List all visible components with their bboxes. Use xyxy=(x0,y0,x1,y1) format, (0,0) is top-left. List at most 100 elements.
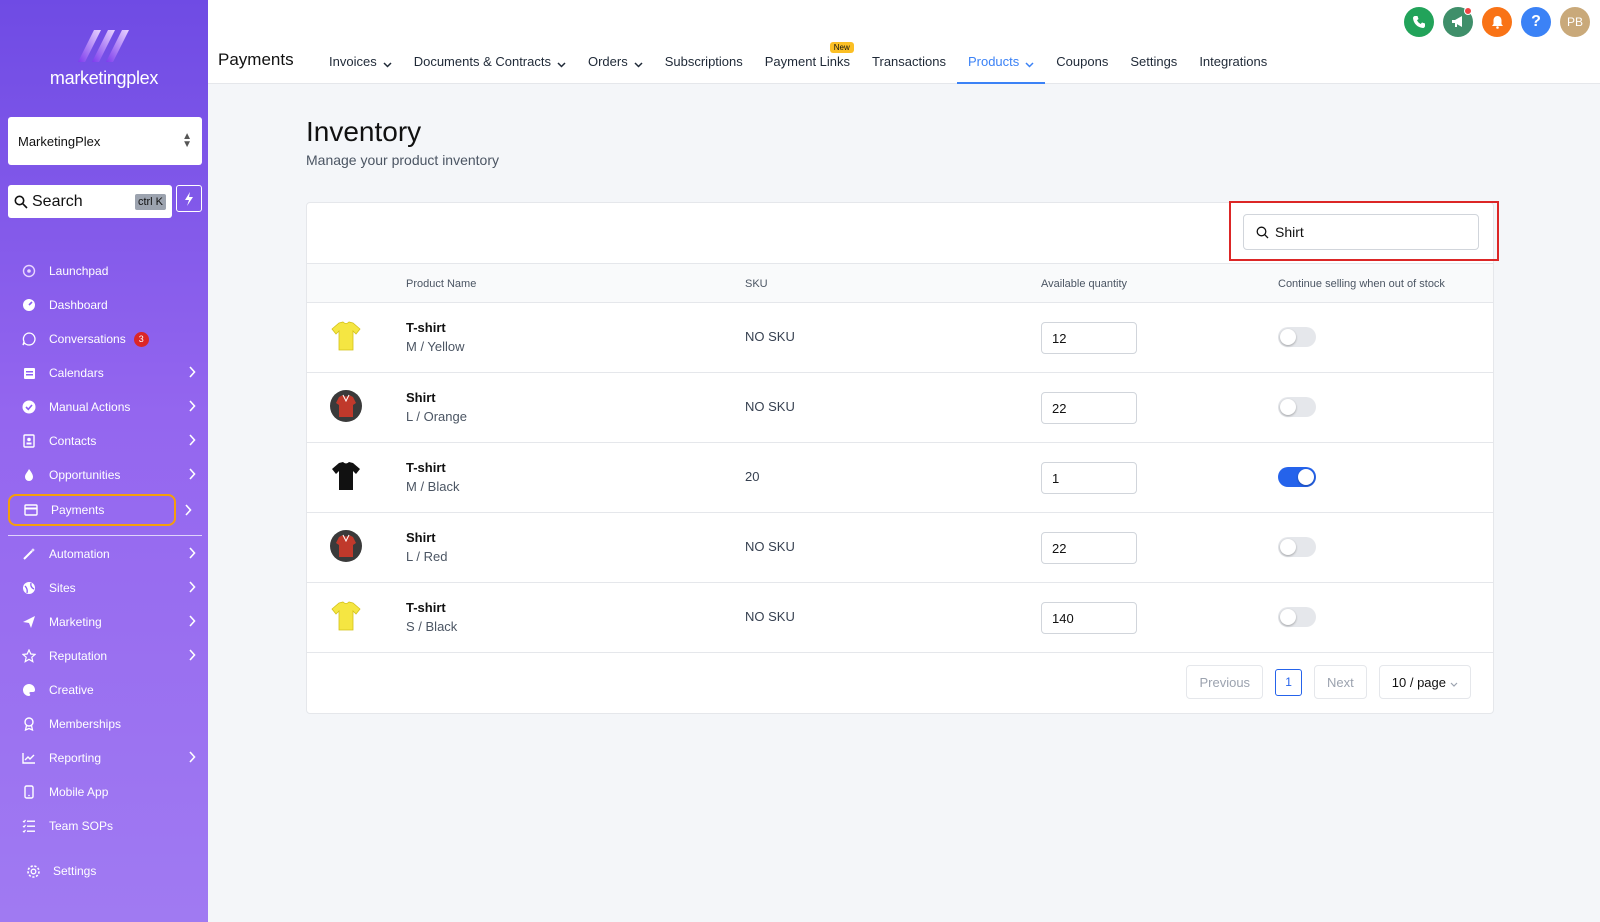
announcements-button[interactable] xyxy=(1443,7,1473,37)
continue-selling-toggle[interactable] xyxy=(1278,467,1316,487)
quick-actions-button[interactable] xyxy=(176,185,202,212)
sidebar-item-team-sops[interactable]: Team SOPs xyxy=(8,811,202,841)
sidebar-item-manual-actions[interactable]: Manual Actions xyxy=(8,392,202,422)
chevron-right-icon xyxy=(188,580,196,596)
quantity-value: 22 xyxy=(1052,540,1067,556)
quantity-input[interactable]: 140 xyxy=(1041,602,1137,634)
product-name: Shirt xyxy=(406,390,436,405)
payments-chevron-right-icon[interactable] xyxy=(184,503,192,521)
toggle-knob xyxy=(1298,469,1314,485)
chevron-right-icon xyxy=(188,467,196,483)
previous-page-button[interactable]: Previous xyxy=(1186,665,1264,699)
tab-integrations[interactable]: Integrations xyxy=(1188,48,1278,84)
flame-icon xyxy=(18,466,40,484)
product-name: T-shirt xyxy=(406,320,446,335)
tab-label: Integrations xyxy=(1199,54,1268,69)
sidebar-item-launchpad[interactable]: Launchpad xyxy=(8,256,202,286)
contacts-icon xyxy=(18,432,40,450)
rocket-icon xyxy=(18,262,40,280)
tab-documents-contracts[interactable]: Documents & Contracts xyxy=(403,48,577,84)
tab-label: Documents & Contracts xyxy=(413,54,551,69)
app-section-title: Payments xyxy=(218,50,294,69)
quantity-value: 12 xyxy=(1052,330,1067,346)
search-icon xyxy=(1256,226,1269,238)
continue-selling-toggle[interactable] xyxy=(1278,537,1316,557)
sidebar-item-dashboard[interactable]: Dashboard xyxy=(8,290,202,320)
chevron-down-icon xyxy=(557,56,566,71)
sidebar-item-sites[interactable]: Sites xyxy=(8,573,202,603)
tab-subscriptions[interactable]: Subscriptions xyxy=(654,48,754,84)
sidebar-item-label: Creative xyxy=(49,683,94,697)
next-page-button[interactable]: Next xyxy=(1314,665,1367,699)
product-variant: S / Black xyxy=(406,619,458,634)
quantity-input[interactable]: 12 xyxy=(1041,322,1137,354)
sidebar-item-creative[interactable]: Creative xyxy=(8,675,202,705)
avatar[interactable]: PB xyxy=(1560,7,1590,37)
sidebar-item-reporting[interactable]: Reporting xyxy=(8,743,202,773)
chevron-right-icon xyxy=(188,648,196,664)
product-name: T-shirt xyxy=(406,600,446,615)
red-shirt-thumbnail xyxy=(330,530,362,562)
tab-invoices[interactable]: Invoices xyxy=(318,48,403,84)
continue-selling-toggle[interactable] xyxy=(1278,607,1316,627)
gauge-icon xyxy=(18,296,40,314)
sidebar-item-payments[interactable]: Payments xyxy=(8,494,176,526)
account-switcher[interactable]: MarketingPlex ▲ ▼ xyxy=(8,117,202,165)
column-product-name: Product Name xyxy=(406,278,477,290)
product-name: T-shirt xyxy=(406,460,446,475)
chevron-right-icon xyxy=(188,433,196,449)
sidebar-item-calendars[interactable]: Calendars xyxy=(8,358,202,388)
continue-selling-toggle[interactable] xyxy=(1278,397,1316,417)
sidebar-item-mobile-app[interactable]: Mobile App xyxy=(8,777,202,807)
tab-coupons[interactable]: Coupons xyxy=(1045,48,1119,84)
sidebar-item-contacts[interactable]: Contacts xyxy=(8,426,202,456)
tab-label: Subscriptions xyxy=(664,54,743,69)
notifications-button[interactable] xyxy=(1482,7,1512,37)
sidebar-item-opportunities[interactable]: Opportunities xyxy=(8,460,202,490)
sidebar-divider xyxy=(8,535,202,536)
tab-products[interactable]: Products xyxy=(956,48,1046,84)
page-number-button[interactable]: 1 xyxy=(1275,668,1303,696)
quantity-input[interactable]: 1 xyxy=(1041,462,1137,494)
sidebar-item-reputation[interactable]: Reputation xyxy=(8,641,202,671)
sidebar-item-label: Automation xyxy=(49,547,110,561)
conversations-unread-badge: 3 xyxy=(133,331,149,347)
sidebar-item-label: Marketing xyxy=(49,615,102,629)
sidebar-item-marketing[interactable]: Marketing xyxy=(8,607,202,637)
quantity-input[interactable]: 22 xyxy=(1041,392,1137,424)
tab-label: Transactions xyxy=(872,54,946,69)
brand-logo[interactable]: marketingplex xyxy=(0,24,208,89)
tab-settings[interactable]: Settings xyxy=(1119,48,1188,84)
header-actions: ? PB xyxy=(1404,7,1590,37)
inventory-search-input[interactable]: Shirt xyxy=(1243,214,1479,250)
page-size-select[interactable]: 10 / page xyxy=(1378,665,1471,699)
payments-tabs: Invoices Documents & Contracts Orders Su… xyxy=(318,42,1278,84)
pagination: Previous 1 Next 10 / page xyxy=(1186,665,1471,699)
list-icon xyxy=(18,817,40,835)
quantity-input[interactable]: 22 xyxy=(1041,532,1137,564)
tab-payment-links[interactable]: Payment Links New xyxy=(754,42,861,84)
sidebar-item-automation[interactable]: Automation xyxy=(8,539,202,569)
sidebar-item-conversations[interactable]: Conversations 3 xyxy=(8,324,202,354)
megaphone-icon xyxy=(1451,16,1462,27)
product-sku: NO SKU xyxy=(745,609,795,624)
phone-button[interactable] xyxy=(1404,7,1434,37)
tab-orders[interactable]: Orders xyxy=(577,48,654,84)
sidebar-item-settings[interactable]: Settings xyxy=(12,856,206,886)
chart-icon xyxy=(18,749,40,767)
sidebar-item-label: Launchpad xyxy=(49,264,109,278)
sidebar-item-memberships[interactable]: Memberships xyxy=(8,709,202,739)
product-variant: L / Red xyxy=(406,549,448,564)
sidebar: marketingplex MarketingPlex ▲ ▼ Search ct… xyxy=(0,0,208,922)
sidebar-item-label: Reputation xyxy=(49,649,108,663)
black-tshirt-thumbnail xyxy=(332,462,360,490)
check-circle-icon xyxy=(18,398,40,416)
sidebar-search[interactable]: Search ctrl K xyxy=(8,185,172,218)
tab-transactions[interactable]: Transactions xyxy=(861,48,957,84)
logo-mark-icon xyxy=(78,30,129,62)
help-button[interactable]: ? xyxy=(1521,7,1551,37)
star-icon xyxy=(18,647,40,665)
continue-selling-toggle[interactable] xyxy=(1278,327,1316,347)
brand-name: marketingplex xyxy=(49,68,159,88)
chat-icon xyxy=(18,330,40,348)
